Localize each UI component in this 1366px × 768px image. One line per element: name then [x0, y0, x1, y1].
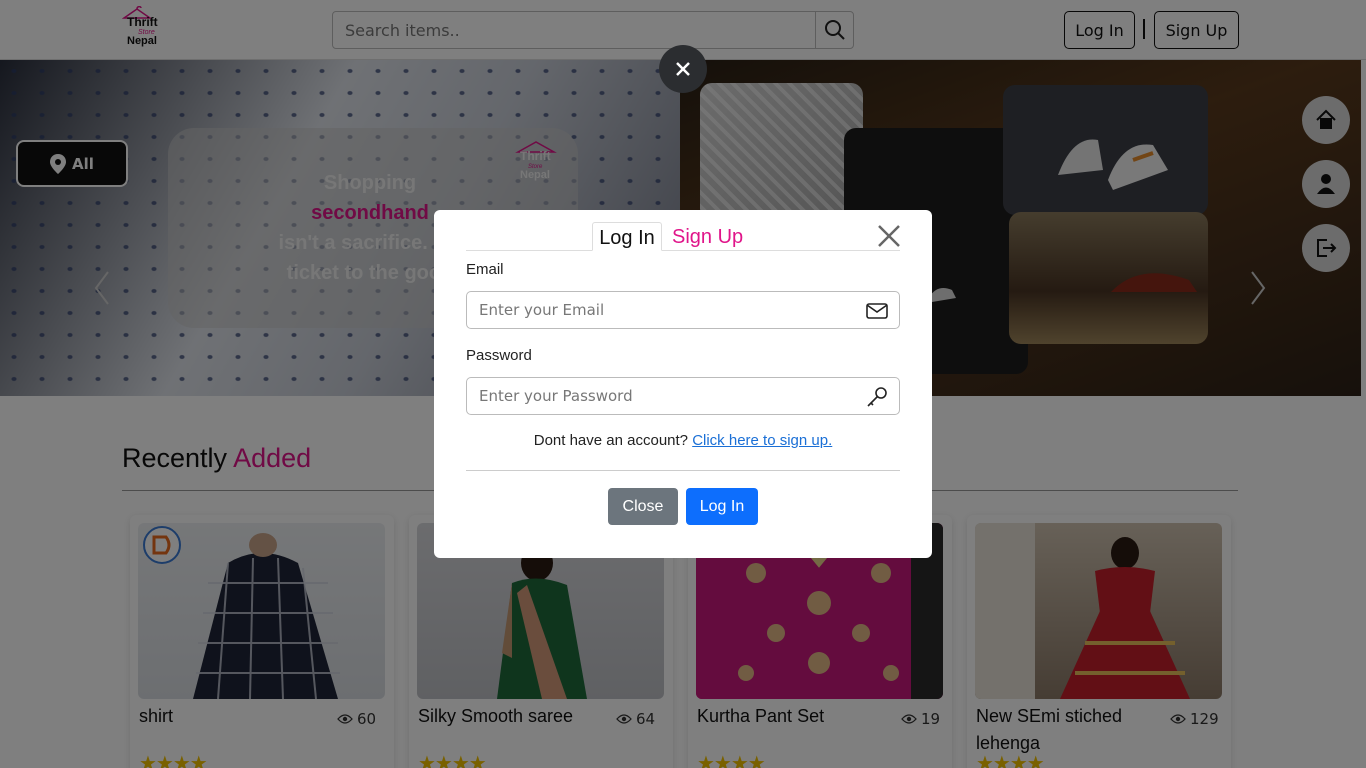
tab-signup[interactable]: Sign Up	[672, 222, 743, 251]
password-label: Password	[466, 347, 532, 364]
login-submit-button[interactable]: Log In	[686, 488, 758, 525]
signup-prompt: Dont have an account? Click here to sign…	[466, 432, 900, 449]
password-field-wrapper	[466, 377, 900, 415]
modal-close-icon[interactable]	[876, 223, 902, 249]
email-field-wrapper	[466, 291, 900, 329]
email-field[interactable]	[467, 292, 857, 328]
modal-footer-divider	[466, 470, 900, 471]
envelope-icon	[866, 303, 888, 319]
tab-login[interactable]: Log In	[592, 222, 662, 251]
close-button[interactable]: Close	[608, 488, 678, 525]
password-field[interactable]	[467, 378, 857, 414]
email-label: Email	[466, 261, 504, 278]
overlay-close-button[interactable]	[659, 45, 707, 93]
signup-prompt-text: Dont have an account?	[533, 432, 689, 449]
modal-tabs: Log In Sign Up	[466, 222, 900, 251]
login-modal: Log In Sign Up Email Password Dont have …	[434, 210, 932, 558]
close-icon	[676, 62, 690, 76]
key-icon	[867, 387, 887, 407]
signup-link[interactable]: Click here to sign up.	[692, 432, 832, 449]
